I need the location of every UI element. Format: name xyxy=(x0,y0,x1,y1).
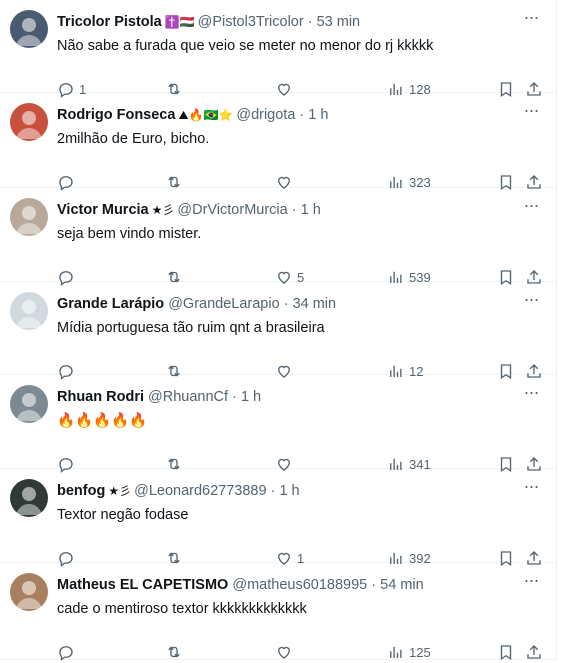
tweet-row[interactable]: Tricolor Pistola ✝️🇭🇺 @Pistol3Tricolor · 5… xyxy=(0,0,556,98)
avatar[interactable] xyxy=(10,292,48,330)
timestamp[interactable]: 1 h xyxy=(301,202,321,218)
author-badges: ✝️🇭🇺 xyxy=(164,15,195,29)
more-icon[interactable]: ··· xyxy=(520,196,542,218)
separator: · xyxy=(279,296,293,312)
tweet-header: Matheus EL CAPETISMO @matheus60188995 · … xyxy=(57,575,516,595)
timestamp[interactable]: 34 min xyxy=(293,296,337,312)
tweet-row[interactable]: Victor Murcia ★彡 @DrVictorMurcia · 1 h ··· s… xyxy=(0,188,556,286)
author-name[interactable]: Tricolor Pistola xyxy=(57,14,162,30)
author-handle[interactable]: @drigota xyxy=(236,107,295,123)
author-badges: ⛰🔥🇧🇷⭐ xyxy=(178,108,234,122)
more-icon[interactable]: ··· xyxy=(520,383,542,405)
more-icon[interactable]: ··· xyxy=(520,477,542,499)
author-name[interactable]: Rodrigo Fonseca xyxy=(57,107,175,123)
avatar[interactable] xyxy=(10,10,48,48)
tweet-row[interactable]: Matheus EL CAPETISMO @matheus60188995 · … xyxy=(0,563,556,661)
separator: · xyxy=(295,107,309,123)
more-icon[interactable]: ··· xyxy=(520,571,542,593)
author-handle[interactable]: @RhuannCf xyxy=(148,389,228,405)
tweet-text: Mídia portuguesa tão ruim qnt a brasilei… xyxy=(57,320,325,336)
views-icon xyxy=(387,643,405,661)
author-handle[interactable]: @matheus60188995 xyxy=(232,577,367,593)
more-icon[interactable]: ··· xyxy=(520,8,542,30)
like-icon xyxy=(275,643,293,661)
author-badges: ★彡 xyxy=(108,484,132,498)
separator: · xyxy=(287,202,301,218)
tweet-header: Victor Murcia ★彡 @DrVictorMurcia · 1 h xyxy=(57,200,516,220)
tweet-text: seja bem vindo mister. xyxy=(57,226,202,242)
tweet-row[interactable]: Rhuan Rodri @RhuannCf · 1 h ··· 🔥🔥🔥🔥🔥 341 xyxy=(0,375,556,473)
author-name[interactable]: Grande Larápio xyxy=(57,296,164,312)
timestamp[interactable]: 1 h xyxy=(279,483,299,499)
bookmark-icon xyxy=(497,643,515,661)
author-name[interactable]: Matheus EL CAPETISMO xyxy=(57,577,228,593)
avatar[interactable] xyxy=(10,198,48,236)
avatar[interactable] xyxy=(10,573,48,611)
author-handle[interactable]: @Pistol3Tricolor xyxy=(198,14,304,30)
avatar[interactable] xyxy=(10,103,48,141)
view-count: 125 xyxy=(409,644,431,660)
separator: · xyxy=(367,577,381,593)
author-handle[interactable]: @DrVictorMurcia xyxy=(177,202,287,218)
avatar[interactable] xyxy=(10,385,48,423)
timestamp[interactable]: 1 h xyxy=(308,107,328,123)
separator: · xyxy=(228,389,241,405)
more-icon[interactable]: ··· xyxy=(520,101,542,123)
tweet-text: 🔥🔥🔥🔥🔥 xyxy=(57,413,148,429)
separator: · xyxy=(303,14,317,30)
author-name[interactable]: Victor Murcia xyxy=(57,202,149,218)
tweet-header: Rhuan Rodri @RhuannCf · 1 h xyxy=(57,387,516,407)
tweet-text: Textor negão fodase xyxy=(57,507,189,523)
tweet-header: Grande Larápio @GrandeLarapio · 34 min xyxy=(57,294,516,314)
reply-icon xyxy=(57,643,75,661)
tweet-header: Rodrigo Fonseca ⛰🔥🇧🇷⭐ @drigota · 1 h xyxy=(57,105,516,125)
tweet-text: 2milhão de Euro, bicho. xyxy=(57,131,210,147)
author-handle[interactable]: @GrandeLarapio xyxy=(168,296,279,312)
tweet-row[interactable]: Grande Larápio @GrandeLarapio · 34 min ··… xyxy=(0,282,556,380)
tweet-row[interactable]: Rodrigo Fonseca ⛰🔥🇧🇷⭐ @drigota · 1 h ··· 2mi… xyxy=(0,93,556,191)
author-badges: ★彡 xyxy=(151,203,175,217)
tweet-text: Não sabe a furada que veio se meter no m… xyxy=(57,38,434,54)
reply-feed: Tricolor Pistola ✝️🇭🇺 @Pistol3Tricolor · 5… xyxy=(0,0,557,661)
timestamp[interactable]: 54 min xyxy=(380,577,424,593)
author-handle[interactable]: @Leonard62773889 xyxy=(134,483,266,499)
share-icon xyxy=(525,643,543,661)
timestamp[interactable]: 1 h xyxy=(241,389,261,405)
separator: · xyxy=(266,483,280,499)
author-name[interactable]: Rhuan Rodri xyxy=(57,389,144,405)
more-icon[interactable]: ··· xyxy=(520,290,542,312)
author-name[interactable]: benfog xyxy=(57,483,105,499)
tweet-header: Tricolor Pistola ✝️🇭🇺 @Pistol3Tricolor · 5… xyxy=(57,12,516,32)
tweet-text: cade o mentiroso textor kkkkkkkkkkkkk xyxy=(57,601,307,617)
retweet-icon xyxy=(165,643,183,661)
tweet-header: benfog ★彡 @Leonard62773889 · 1 h xyxy=(57,481,516,501)
timestamp[interactable]: 53 min xyxy=(317,14,361,30)
tweet-row[interactable]: benfog ★彡 @Leonard62773889 · 1 h ··· Textor … xyxy=(0,469,556,567)
avatar[interactable] xyxy=(10,479,48,517)
